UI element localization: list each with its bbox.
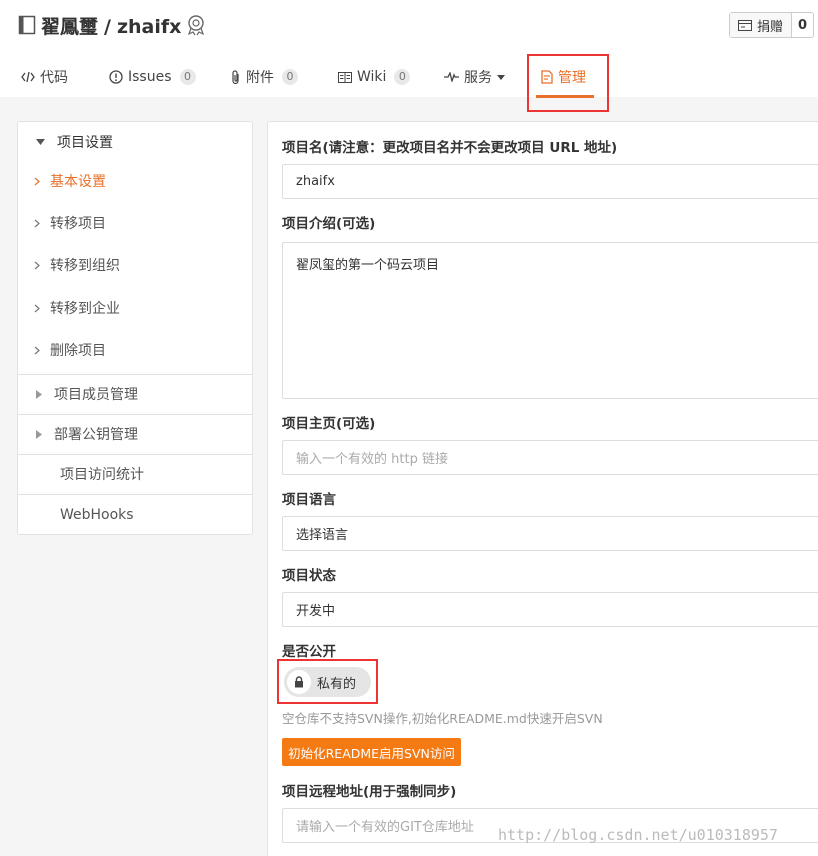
sidebar-item-transfer-project[interactable]: 转移项目 bbox=[34, 213, 106, 233]
tab-services[interactable]: 服务 bbox=[444, 67, 505, 87]
public-label: 是否公开 bbox=[282, 644, 336, 660]
project-language-label: 项目语言 bbox=[282, 492, 336, 508]
visibility-toggle-label: 私有的 bbox=[317, 677, 357, 692]
sidebar-item-transfer-org[interactable]: 转移到组织 bbox=[34, 255, 120, 275]
project-language-select[interactable]: 选择语言 bbox=[282, 516, 818, 551]
project-intro-label: 项目介绍(可选) bbox=[282, 216, 376, 232]
project-status-label: 项目状态 bbox=[282, 568, 336, 584]
donate-label: 捐赠 bbox=[757, 19, 784, 35]
tab-manage[interactable]: 管理 bbox=[541, 67, 586, 87]
attachment-icon bbox=[232, 69, 239, 84]
chevron-right-icon bbox=[34, 346, 40, 354]
sidebar-item-delete-project[interactable]: 删除项目 bbox=[34, 340, 106, 360]
chevron-right-icon bbox=[34, 304, 40, 312]
tab-wiki[interactable]: Wiki 0 bbox=[338, 67, 411, 87]
book-icon bbox=[338, 71, 352, 83]
code-icon bbox=[21, 71, 35, 83]
chevron-right-icon bbox=[34, 219, 40, 227]
watermark: http://blog.csdn.net/u010318957 bbox=[498, 826, 778, 844]
repo-header: 翟鳳璽 / zhaifx 捐赠 0 代码 Issues 0 附件 0 Wiki … bbox=[0, 0, 818, 98]
caret-right-icon bbox=[36, 429, 42, 439]
caret-down-icon bbox=[497, 74, 505, 80]
issue-icon bbox=[109, 70, 123, 84]
donate-button[interactable]: 捐赠 bbox=[730, 13, 793, 37]
lock-icon bbox=[295, 676, 303, 688]
chevron-right-icon bbox=[34, 177, 40, 185]
wallet-icon bbox=[738, 19, 752, 31]
project-status-select[interactable]: 开发中 bbox=[282, 592, 818, 627]
wiki-count: 0 bbox=[394, 69, 411, 85]
tab-attachments[interactable]: 附件 0 bbox=[231, 67, 298, 87]
remote-url-label: 项目远程地址(用于强制同步) bbox=[282, 784, 457, 800]
sidebar-item-basic-settings[interactable]: 基本设置 bbox=[34, 171, 106, 191]
pulse-icon bbox=[444, 72, 459, 82]
donate-count[interactable]: 0 bbox=[792, 13, 813, 37]
init-readme-svn-button[interactable]: 初始化README启用SVN访问 bbox=[282, 738, 461, 766]
repo-title[interactable]: 翟鳳璽 / zhaifx bbox=[41, 12, 181, 39]
project-homepage-label: 项目主页(可选) bbox=[282, 416, 376, 432]
doc-icon bbox=[541, 70, 553, 84]
sidebar-group-members[interactable]: 项目成员管理 bbox=[36, 384, 138, 404]
sidebar-divider bbox=[18, 374, 252, 375]
sidebar-group-deploy-keys[interactable]: 部署公钥管理 bbox=[36, 424, 138, 444]
active-tab-indicator bbox=[536, 95, 594, 98]
project-intro-textarea[interactable]: 翟凤玺的第一个码云项目 bbox=[282, 242, 818, 399]
caret-down-icon bbox=[36, 139, 45, 145]
project-homepage-input[interactable]: 输入一个有效的 http 链接 bbox=[282, 440, 818, 475]
repo-icon bbox=[18, 15, 36, 35]
tab-issues[interactable]: Issues 0 bbox=[109, 67, 196, 87]
sidebar-divider bbox=[18, 414, 252, 415]
toggle-knob bbox=[287, 670, 311, 694]
visibility-toggle[interactable]: 私有的 bbox=[284, 667, 371, 697]
sidebar-section-project-settings[interactable]: 项目设置 bbox=[36, 132, 113, 152]
repo-owner[interactable]: 翟鳳璽 bbox=[41, 16, 98, 38]
issues-count: 0 bbox=[179, 69, 196, 85]
svn-hint-text: 空仓库不支持SVN操作,初始化README.md快速开启SVN bbox=[282, 711, 603, 726]
award-badge-icon[interactable] bbox=[185, 14, 207, 36]
attachments-count: 0 bbox=[282, 69, 298, 85]
sidebar-item-webhooks[interactable]: WebHooks bbox=[60, 505, 134, 525]
project-name-input[interactable]: zhaifx bbox=[282, 164, 818, 199]
caret-right-icon bbox=[36, 389, 42, 399]
sidebar-item-access-stats[interactable]: 项目访问统计 bbox=[60, 464, 144, 484]
donate-widget: 捐赠 0 bbox=[729, 12, 815, 38]
sidebar-divider bbox=[18, 454, 252, 455]
chevron-right-icon bbox=[34, 261, 40, 269]
tab-code[interactable]: 代码 bbox=[21, 67, 68, 87]
repo-name[interactable]: zhaifx bbox=[117, 16, 181, 38]
sidebar-divider bbox=[18, 494, 252, 495]
project-name-label: 项目名(请注意：更改项目名并不会更改项目 URL 地址) bbox=[282, 140, 618, 156]
settings-sidebar: 项目设置 基本设置 转移项目 转移到组织 转移到企业 删除项目 项目成员管理 部… bbox=[17, 121, 253, 535]
sidebar-item-transfer-enterprise[interactable]: 转移到企业 bbox=[34, 298, 120, 318]
